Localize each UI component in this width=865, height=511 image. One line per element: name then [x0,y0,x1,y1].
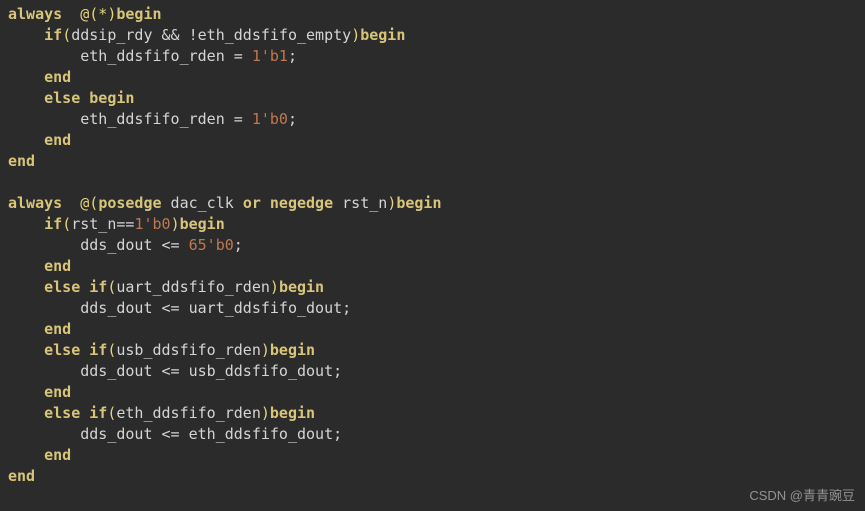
semicolon: ; [234,236,243,254]
op-eq: == [116,215,134,233]
paren-open: ( [62,215,71,233]
statement: dds_dout <= usb_ddsfifo_dout; [80,362,342,380]
kw-always: always [8,5,62,23]
kw-end: end [8,467,35,485]
paren-close: ) [387,194,396,212]
statement: dds_dout <= uart_ddsfifo_dout; [80,299,351,317]
semicolon: ; [288,47,297,65]
kw-negedge: negedge [270,194,333,212]
kw-or: or [243,194,261,212]
paren-close: ) [261,341,270,359]
code-block: always @(*)begin if(ddsip_rdy && !eth_dd… [0,0,865,491]
paren-close: ) [261,404,270,422]
kw-end: end [44,320,71,338]
kw-else: else [44,89,80,107]
literal: 1'b1 [252,47,288,65]
kw-if: if [44,26,62,44]
space [261,194,270,212]
kw-always: always [8,194,62,212]
watermark-text: CSDN @青青豌豆 [749,487,855,505]
literal: 1'b0 [252,110,288,128]
clk: dac_clk [162,194,243,212]
rst: rst_n [333,194,387,212]
kw-end: end [44,446,71,464]
sensitivity: @(*) [62,5,116,23]
kw-begin: begin [116,5,161,23]
kw-elseif: else if [44,341,107,359]
kw-begin: begin [270,404,315,422]
paren-close: ) [171,215,180,233]
kw-begin: begin [360,26,405,44]
kw-end: end [44,131,71,149]
kw-posedge: posedge [98,194,161,212]
semicolon: ; [288,110,297,128]
assign-lhs: eth_ddsfifo_rden = [80,47,252,65]
kw-elseif: else if [44,404,107,422]
literal: 1'b0 [134,215,170,233]
paren-close: ) [351,26,360,44]
condition: ddsip_rdy && !eth_ddsfifo_empty [71,26,351,44]
kw-end: end [44,383,71,401]
assign-lhs: dds_dout <= [80,236,188,254]
literal: 65'b0 [189,236,234,254]
kw-begin: begin [180,215,225,233]
paren: @( [62,194,98,212]
kw-elseif: else if [44,278,107,296]
kw-if: if [44,215,62,233]
paren-close: ) [270,278,279,296]
statement: dds_dout <= eth_ddsfifo_dout; [80,425,342,443]
condition: uart_ddsfifo_rden [116,278,270,296]
kw-begin: begin [270,341,315,359]
kw-begin: begin [279,278,324,296]
condition: eth_ddsfifo_rden [116,404,261,422]
condition: usb_ddsfifo_rden [116,341,261,359]
kw-end: end [44,257,71,275]
assign-lhs: eth_ddsfifo_rden = [80,110,252,128]
kw-begin: begin [80,89,134,107]
kw-begin: begin [396,194,441,212]
ident: rst_n [71,215,116,233]
kw-end: end [44,68,71,86]
kw-end: end [8,152,35,170]
paren-open: ( [62,26,71,44]
